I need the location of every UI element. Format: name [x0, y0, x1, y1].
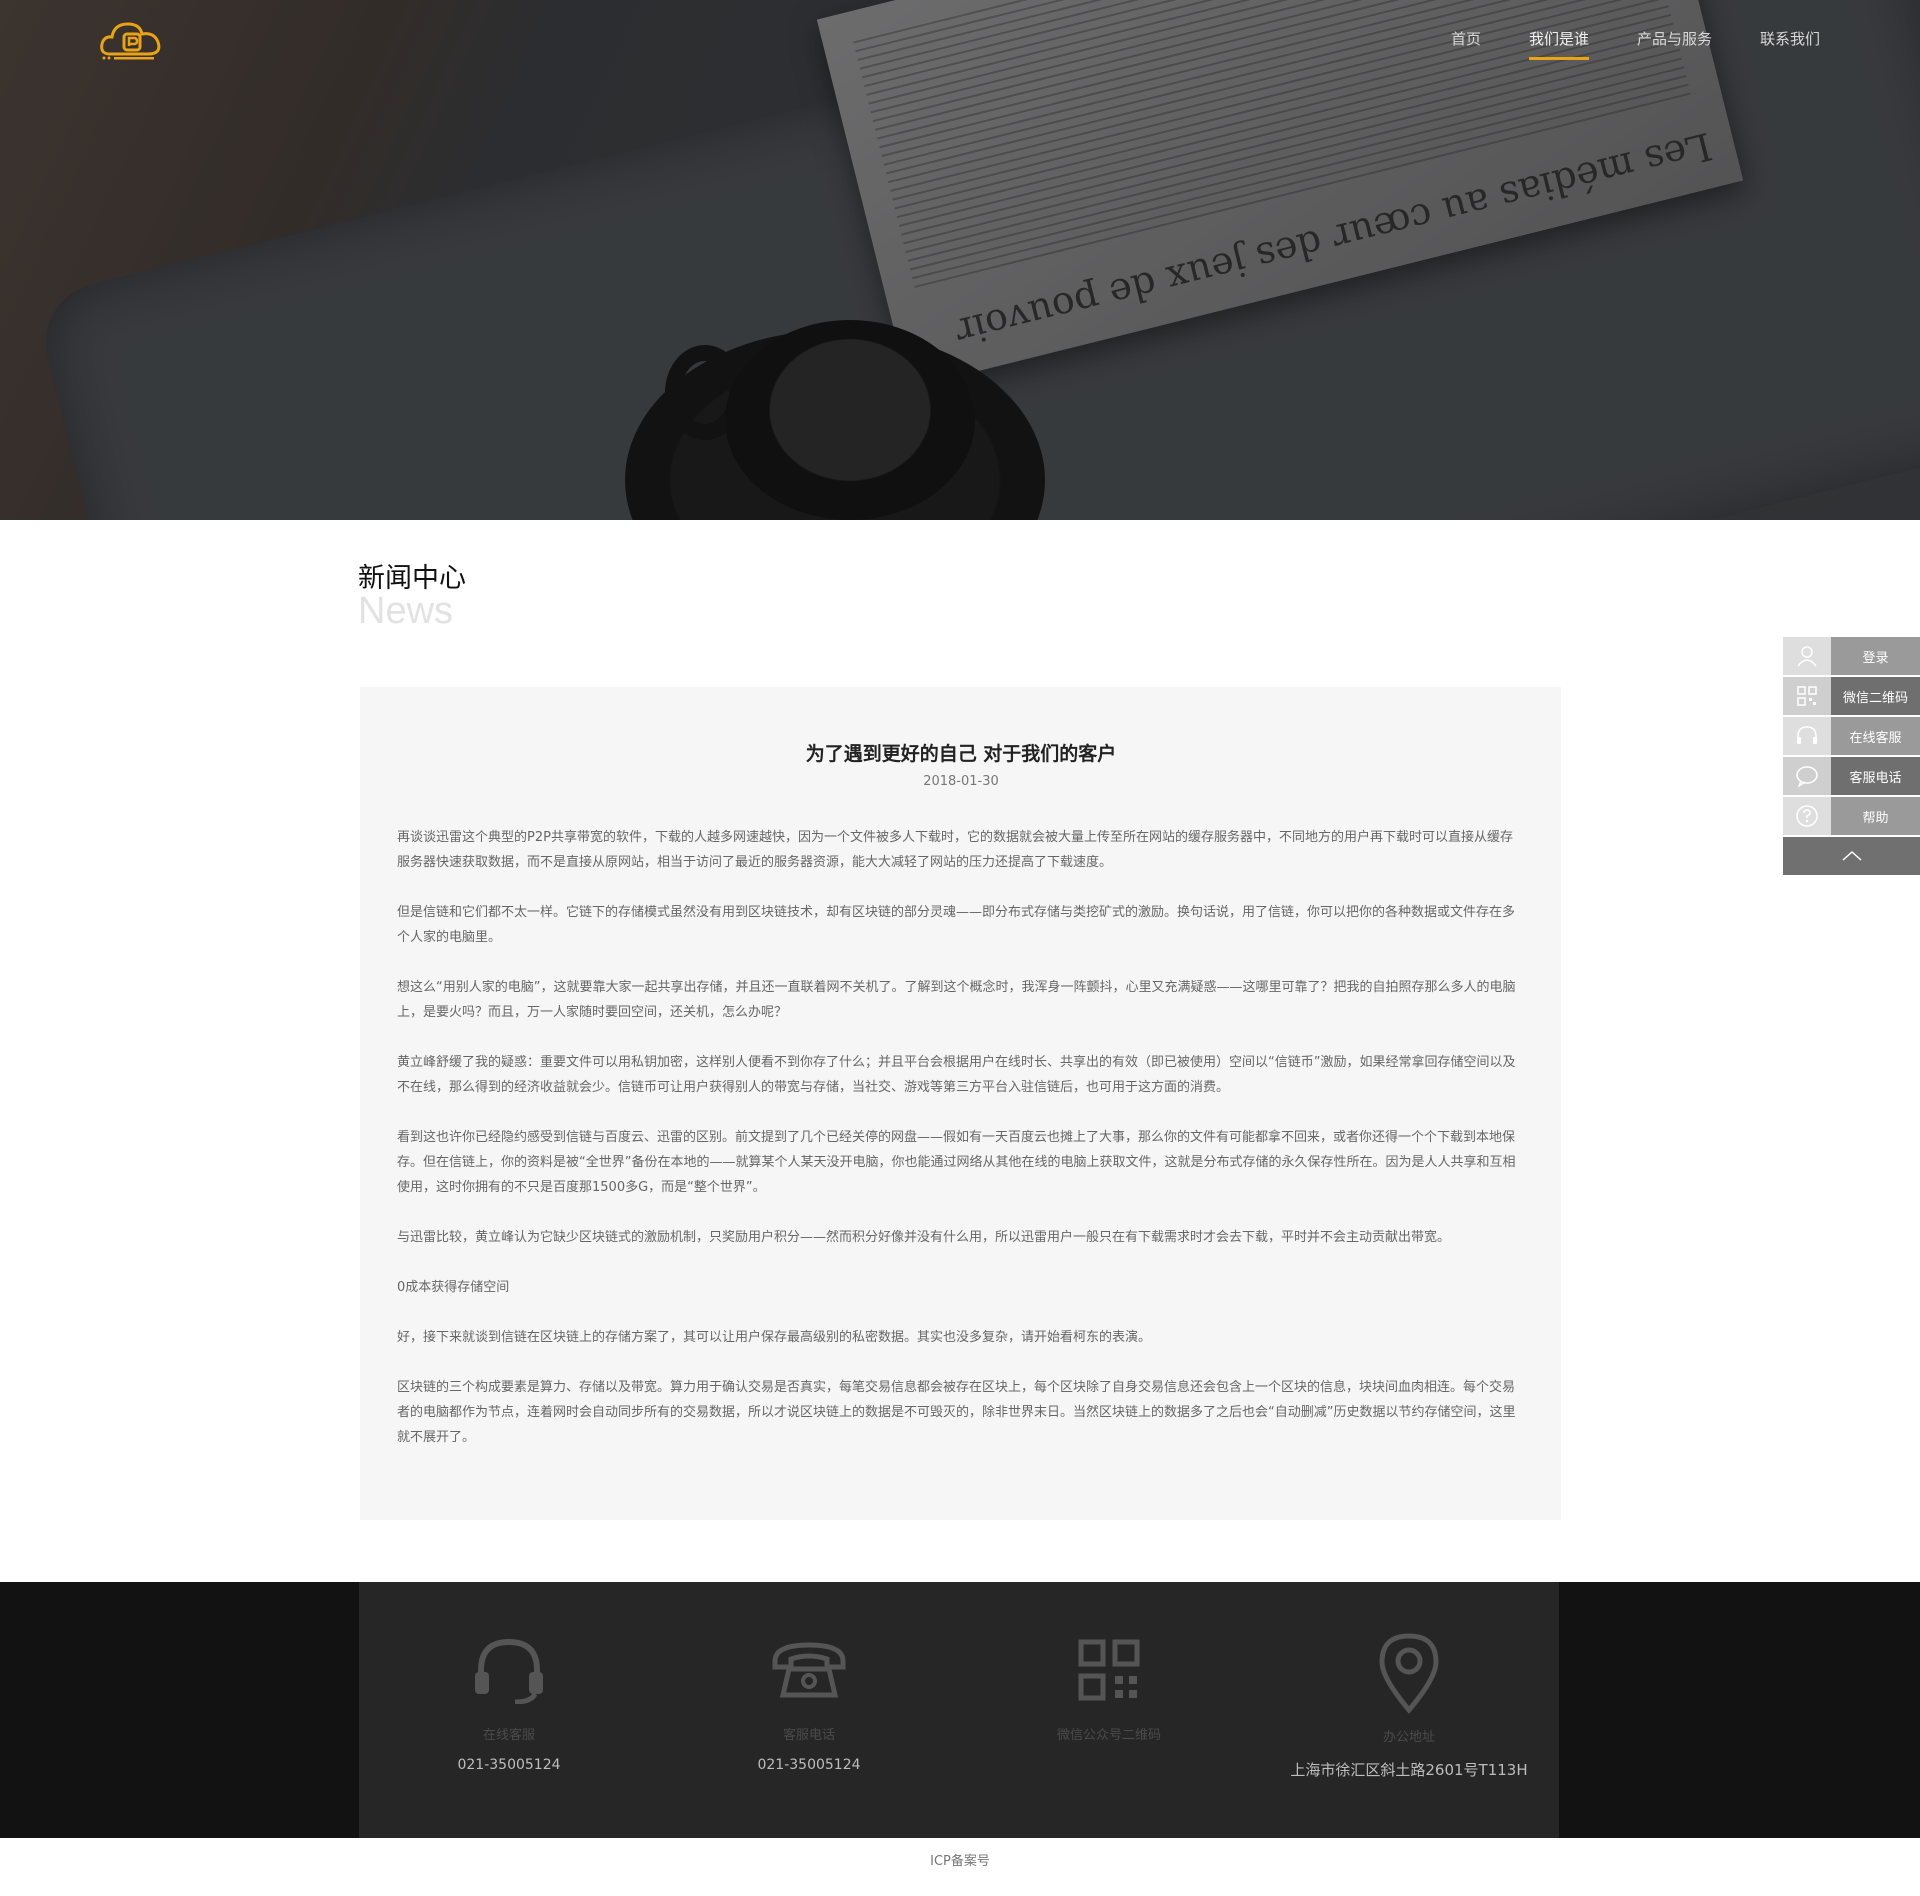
footer-online-service[interactable]: 在线客服 021-35005124: [359, 1582, 659, 1838]
sidebar-label: 帮助: [1831, 797, 1920, 835]
nav-about[interactable]: 我们是谁: [1528, 28, 1589, 60]
footer-service-phone[interactable]: 客服电话 021-35005124: [659, 1582, 959, 1838]
qrcode-icon: [1783, 677, 1831, 715]
help-icon: [1783, 797, 1831, 835]
site-logo[interactable]: [98, 16, 168, 64]
headset-icon: [471, 1634, 547, 1706]
footer-value: 上海市徐汇区斜土路2601号T113H: [1290, 1761, 1528, 1779]
back-to-top-button[interactable]: [1783, 837, 1920, 875]
article-subheading: 0成本获得存储空间: [397, 1280, 510, 1295]
footer: 在线客服 021-35005124 客服电话 021-35005124 微信公众…: [0, 1582, 1920, 1838]
sidebar-wechat-qrcode[interactable]: 微信二维码: [1783, 677, 1920, 715]
hero-banner: Les médias au cœur des jeux de pouvoir: [0, 0, 1920, 520]
article-date: 2018-01-30: [923, 774, 999, 789]
footer-label: 在线客服: [482, 1728, 535, 1743]
sidebar-online-service[interactable]: 在线客服: [1783, 717, 1920, 755]
headset-icon: [1783, 717, 1831, 755]
section-subtitle: News: [358, 590, 454, 632]
floating-sidebar: 登录 微信二维码 在线客服 客服电话 帮助: [1783, 637, 1920, 875]
article-paragraph: 想这么“用别人家的电脑”，这就要靠大家一起共享出存储，并且还一直联着网不关机了。…: [397, 980, 1516, 1020]
footer-office-address[interactable]: 办公地址 上海市徐汇区斜土路2601号T113H: [1259, 1582, 1559, 1838]
sidebar-login[interactable]: 登录: [1783, 637, 1920, 675]
article-card: 为了遇到更好的自己 对于我们的客户 2018-01-30 再谈谈迅雷这个典型的P…: [360, 687, 1561, 1520]
chevron-up-icon: [1842, 850, 1861, 861]
article-paragraph: 好，接下来就谈到信链在区块链上的存储方案了，其可以让用户保存最高级别的私密数据。…: [397, 1330, 1152, 1345]
location-pin-icon: [1378, 1632, 1440, 1714]
sidebar-label: 在线客服: [1831, 717, 1920, 755]
sidebar-help[interactable]: 帮助: [1783, 797, 1920, 835]
icp-record-link[interactable]: ICP备案号: [0, 1850, 1920, 1869]
article-paragraph: 看到这也许你已经隐约感受到信链与百度云、迅雷的区别。前文提到了几个已经关停的网盘…: [397, 1130, 1516, 1195]
article-paragraph: 再谈谈迅雷这个典型的P2P共享带宽的软件，下载的人越多网速越快，因为一个文件被多…: [397, 830, 1513, 870]
article-title: 为了遇到更好的自己 对于我们的客户: [805, 743, 1117, 765]
nav-products[interactable]: 产品与服务: [1637, 28, 1712, 60]
nav-contact[interactable]: 联系我们: [1760, 28, 1820, 60]
sidebar-label: 微信二维码: [1831, 677, 1920, 715]
sidebar-label: 客服电话: [1831, 757, 1920, 795]
main-nav: 首页 我们是谁 产品与服务 联系我们: [1451, 28, 1820, 60]
article-paragraph: 与迅雷比较，黄立峰认为它缺少区块链式的激励机制，只奖励用户积分——然而积分好像并…: [397, 1230, 1451, 1245]
cloud-p-logo-icon: [100, 22, 161, 60]
sidebar-service-phone[interactable]: 客服电话: [1783, 757, 1920, 795]
footer-label: 客服电话: [782, 1728, 835, 1743]
footer-value: 021-35005124: [457, 1757, 561, 1773]
article-paragraph: 黄立峰舒缓了我的疑惑：重要文件可以用私钥加密，这样别人便看不到你存了什么；并且平…: [397, 1055, 1516, 1095]
nav-home[interactable]: 首页: [1451, 28, 1481, 60]
user-icon: [1783, 637, 1831, 675]
article-paragraph: 但是信链和它们都不太一样。它链下的存储模式虽然没有用到区块链技术，却有区块链的部…: [397, 905, 1516, 945]
article-paragraph: 区块链的三个构成要素是算力、存储以及带宽。算力用于确认交易是否真实，每笔交易信息…: [397, 1380, 1516, 1445]
chat-bubble-icon: [1783, 757, 1831, 795]
footer-value: 021-35005124: [757, 1757, 861, 1773]
sidebar-label: 登录: [1831, 637, 1920, 675]
footer-columns: 在线客服 021-35005124 客服电话 021-35005124 微信公众…: [359, 1582, 1559, 1838]
hero-overlay: [0, 0, 1920, 520]
phone-icon: [771, 1634, 847, 1706]
footer-label: 微信公众号二维码: [1056, 1728, 1161, 1743]
qrcode-icon: [1078, 1634, 1140, 1706]
footer-label: 办公地址: [1382, 1730, 1435, 1745]
footer-wechat-qrcode[interactable]: 微信公众号二维码: [959, 1582, 1259, 1838]
